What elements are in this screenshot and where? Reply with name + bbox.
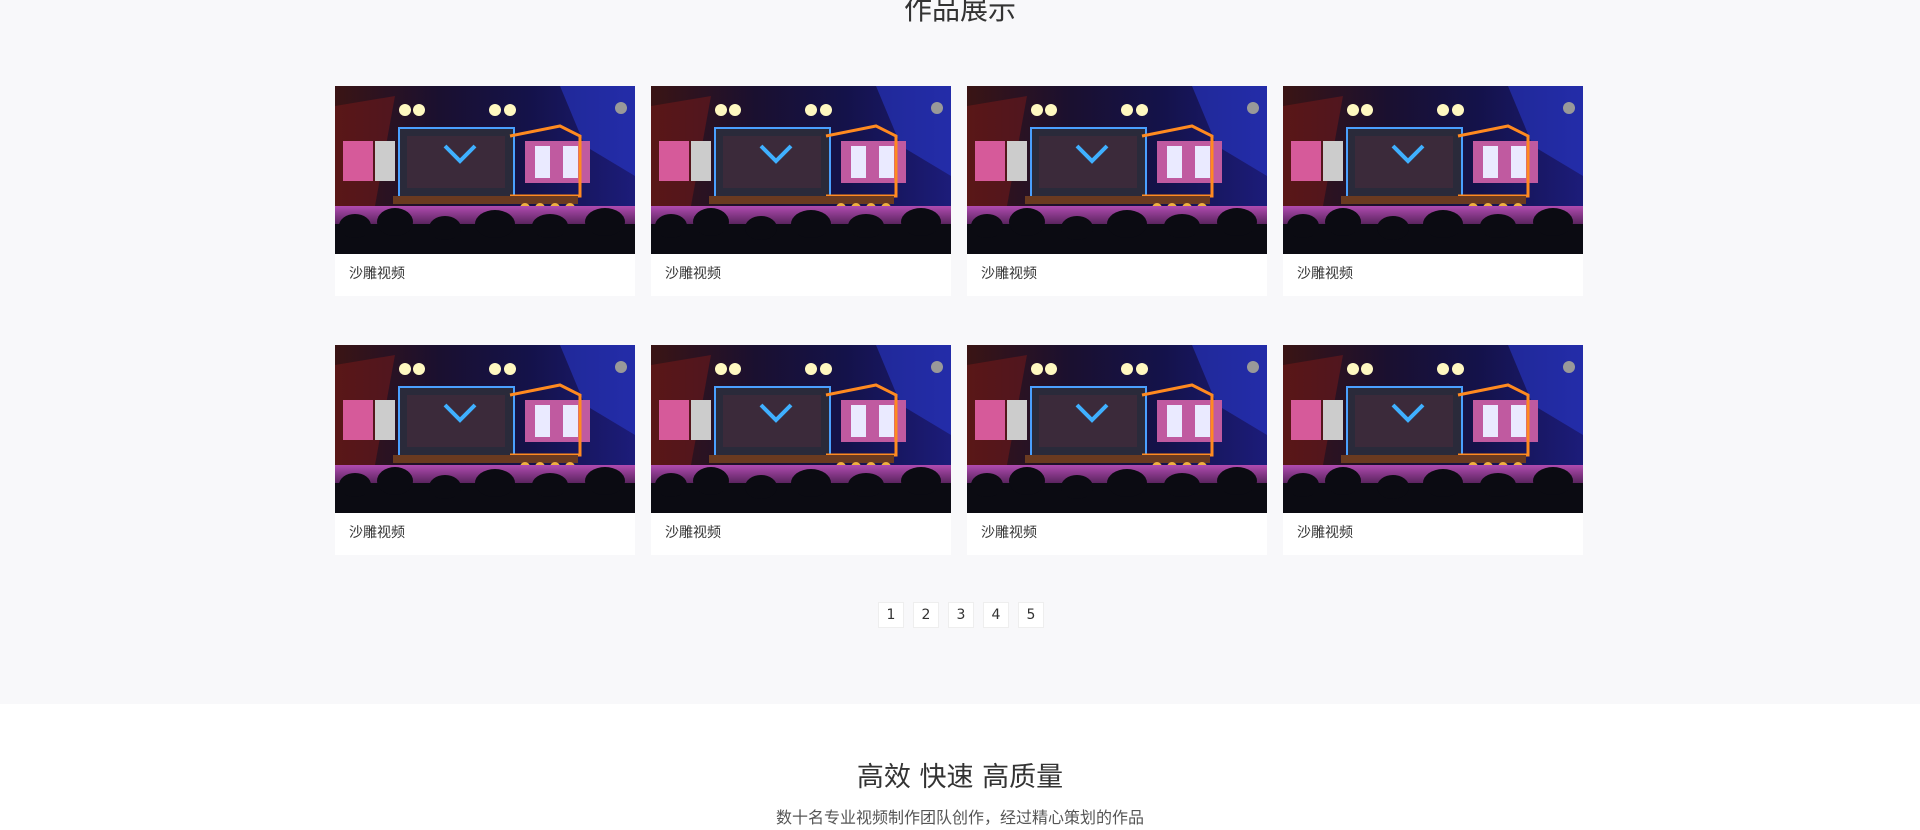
card-caption[interactable]: 沙雕视频 [1283, 254, 1583, 296]
thumbnail-image[interactable] [1283, 86, 1583, 254]
features-subtitle: 数十名专业视频制作团队创作，经过精心策划的作品 [775, 808, 1144, 827]
portfolio-card[interactable]: 沙雕视频 [651, 345, 951, 555]
thumbnail-image[interactable] [967, 345, 1267, 513]
portfolio-title: 作品展示 [903, 0, 1016, 26]
portfolio-card[interactable]: 沙雕视频 [967, 345, 1267, 555]
page-button-4[interactable]: 4 [983, 602, 1009, 628]
card-caption[interactable]: 沙雕视频 [651, 513, 951, 555]
card-caption[interactable]: 沙雕视频 [335, 513, 635, 555]
thumbnail-image[interactable] [1283, 345, 1583, 513]
thumbnail-image[interactable] [335, 86, 635, 254]
page-button-2[interactable]: 2 [913, 602, 939, 628]
page-button-3[interactable]: 3 [948, 602, 974, 628]
portfolio-card[interactable]: 沙雕视频 [335, 86, 635, 296]
card-caption[interactable]: 沙雕视频 [651, 254, 951, 296]
portfolio-card[interactable]: 沙雕视频 [1283, 86, 1583, 296]
portfolio-grid: 沙雕视频 沙雕视频 沙雕视频 沙雕视频 沙雕视频 沙雕视频 沙雕视频 沙雕视频 [335, 86, 1585, 555]
pagination: 1 2 3 4 5 [878, 602, 1044, 628]
card-caption[interactable]: 沙雕视频 [1283, 513, 1583, 555]
thumbnail-image[interactable] [967, 86, 1267, 254]
portfolio-section: 作品展示 沙雕视频 沙雕视频 沙雕视频 沙雕视频 沙雕视频 沙雕视频 沙雕视频 … [0, 0, 1920, 704]
card-caption[interactable]: 沙雕视频 [967, 254, 1267, 296]
card-caption[interactable]: 沙雕视频 [335, 254, 635, 296]
page-button-1[interactable]: 1 [878, 602, 904, 628]
card-caption[interactable]: 沙雕视频 [967, 513, 1267, 555]
portfolio-card[interactable]: 沙雕视频 [335, 345, 635, 555]
portfolio-card[interactable]: 沙雕视频 [967, 86, 1267, 296]
portfolio-card[interactable]: 沙雕视频 [651, 86, 951, 296]
features-title: 高效 快速 高质量 [856, 762, 1064, 793]
thumbnail-image[interactable] [651, 345, 951, 513]
thumbnail-image[interactable] [651, 86, 951, 254]
page-button-5[interactable]: 5 [1018, 602, 1044, 628]
portfolio-card[interactable]: 沙雕视频 [1283, 345, 1583, 555]
thumbnail-image[interactable] [335, 345, 635, 513]
